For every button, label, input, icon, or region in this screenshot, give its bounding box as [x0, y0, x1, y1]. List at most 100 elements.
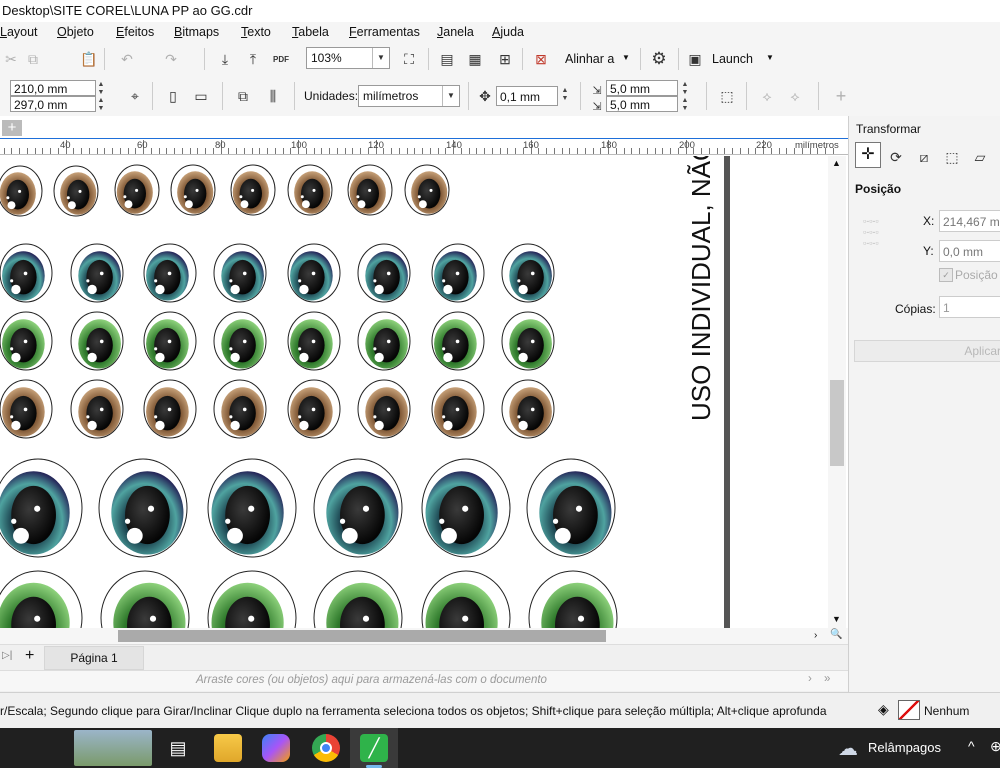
fill-icon[interactable]: ◈: [878, 701, 889, 718]
menu-janela[interactable]: Janela: [437, 25, 474, 39]
import-icon[interactable]: ⤓: [214, 48, 236, 70]
new-tab-button[interactable]: +: [2, 120, 22, 136]
y-position-field[interactable]: 0,0 mm: [939, 240, 1000, 262]
copy-icon[interactable]: ⧉: [22, 48, 44, 70]
eye-shape[interactable]: [287, 311, 341, 371]
align-label[interactable]: Alinhar a: [565, 52, 614, 66]
eye-shape[interactable]: [357, 243, 411, 303]
spin-icon[interactable]: ▲ ▼: [96, 97, 106, 113]
page-last-icon[interactable]: ▷|: [2, 650, 12, 661]
eye-shape[interactable]: [213, 379, 267, 439]
launch-label[interactable]: Launch: [712, 52, 753, 66]
gear-icon[interactable]: ⚙: [648, 48, 670, 70]
position-mode-icon[interactable]: ✛: [855, 142, 881, 168]
menu-tabela[interactable]: Tabela: [292, 25, 329, 39]
menu-layout[interactable]: Layout: [0, 25, 38, 39]
eye-shape[interactable]: [431, 243, 485, 303]
page-height-field[interactable]: 297,0 mm: [10, 96, 96, 112]
eye-shape[interactable]: [230, 164, 276, 216]
page-width-field[interactable]: 210,0 mm: [10, 80, 96, 96]
skew-mode-icon[interactable]: ▱: [969, 146, 991, 168]
add-icon[interactable]: +: [830, 85, 852, 107]
eye-shape[interactable]: [347, 164, 393, 216]
export-icon[interactable]: ⤒: [242, 48, 264, 70]
spin-icon[interactable]: ▲ ▼: [96, 81, 106, 97]
eye-shape[interactable]: [0, 165, 43, 217]
snap-off-icon[interactable]: ⊠: [530, 48, 552, 70]
eye-shape[interactable]: [528, 570, 618, 628]
eye-shape[interactable]: [70, 243, 124, 303]
eye-shape[interactable]: [501, 243, 555, 303]
snap-dynamic-icon[interactable]: ⟡: [784, 85, 806, 107]
eye-shape[interactable]: [213, 243, 267, 303]
spin-icon[interactable]: ▲ ▼: [560, 87, 570, 103]
document-palette[interactable]: Arraste cores (ou objetos) aqui para arm…: [0, 670, 848, 691]
eye-shape[interactable]: [431, 311, 485, 371]
grid-icon[interactable]: ▦: [464, 48, 486, 70]
eye-shape[interactable]: [98, 458, 188, 558]
eye-shape[interactable]: [501, 379, 555, 439]
page-tab[interactable]: Página 1: [44, 646, 144, 670]
publish-pdf-icon[interactable]: PDF: [270, 48, 292, 70]
landscape-icon[interactable]: ▭: [190, 85, 212, 107]
eye-shape[interactable]: [53, 165, 99, 217]
menu-texto[interactable]: Texto: [241, 25, 271, 39]
portrait-icon[interactable]: ▯: [162, 85, 184, 107]
chevron-down-icon[interactable]: ▼: [622, 53, 630, 62]
add-page-icon[interactable]: +: [25, 647, 34, 665]
spin-icon[interactable]: ▲ ▼: [680, 81, 690, 97]
weather-icon[interactable]: ☁: [838, 736, 858, 761]
weather-label[interactable]: Relâmpagos: [868, 740, 941, 755]
palette-expand-icon[interactable]: »: [824, 673, 830, 685]
eye-shape[interactable]: [287, 164, 333, 216]
size-mode-icon[interactable]: ⬚: [941, 146, 963, 168]
eye-shape[interactable]: [313, 570, 403, 628]
horizontal-scroll-thumb[interactable]: [118, 630, 606, 642]
copies-field[interactable]: 1: [939, 296, 1000, 318]
cut-icon[interactable]: ✂: [0, 48, 22, 70]
eye-shape[interactable]: [404, 164, 450, 216]
treat-as-filled-icon[interactable]: ⟡: [756, 85, 778, 107]
eye-shape[interactable]: [0, 311, 53, 371]
scroll-right-icon[interactable]: ›: [814, 630, 817, 641]
menu-efeitos[interactable]: Efeitos: [116, 25, 154, 39]
chrome-icon[interactable]: [312, 734, 340, 762]
paste-icon[interactable]: 📋: [78, 48, 100, 70]
eye-shape[interactable]: [143, 311, 197, 371]
page-frame-icon[interactable]: ⬚: [716, 85, 738, 107]
all-pages-icon[interactable]: ⧉: [232, 85, 254, 107]
menu-ajuda[interactable]: Ajuda: [492, 25, 524, 39]
eye-shape[interactable]: [207, 570, 297, 628]
eye-shape[interactable]: [0, 570, 83, 628]
desktop-thumbnail-icon[interactable]: [74, 730, 152, 766]
eye-shape[interactable]: [0, 243, 53, 303]
rulers-icon[interactable]: ▤: [436, 48, 458, 70]
eye-shape[interactable]: [287, 243, 341, 303]
menu-objeto[interactable]: Objeto: [57, 25, 94, 39]
no-fill-swatch[interactable]: [898, 700, 920, 720]
task-view-icon[interactable]: ▤: [164, 734, 192, 762]
network-icon[interactable]: ⊕: [990, 738, 1000, 755]
eye-shape[interactable]: [0, 458, 83, 558]
mirror-mode-icon[interactable]: ⧄: [913, 146, 935, 168]
eye-shape[interactable]: [421, 458, 511, 558]
duplicate-y-field[interactable]: 5,0 mm: [606, 96, 678, 112]
eye-shape[interactable]: [313, 458, 403, 558]
guidelines-icon[interactable]: ⊞: [494, 48, 516, 70]
eye-shape[interactable]: [170, 164, 216, 216]
eye-shape[interactable]: [287, 379, 341, 439]
tray-expand-icon[interactable]: ^: [968, 738, 975, 754]
eye-shape[interactable]: [114, 164, 160, 216]
undo-icon[interactable]: ↶: [116, 48, 138, 70]
eye-shape[interactable]: [0, 379, 53, 439]
coreldraw-icon[interactable]: ╱: [360, 734, 388, 762]
lock-ratio-icon[interactable]: ⌖: [124, 85, 146, 107]
eye-shape[interactable]: [143, 379, 197, 439]
eye-shape[interactable]: [70, 379, 124, 439]
zoom-icon[interactable]: 🔍: [830, 629, 842, 640]
apply-button[interactable]: Aplicar: [854, 340, 1000, 362]
units-combo[interactable]: milímetros ▼: [358, 85, 460, 107]
full-screen-icon[interactable]: ⛶: [398, 48, 420, 70]
scroll-up-icon[interactable]: ▲: [832, 158, 841, 168]
eye-shape[interactable]: [213, 311, 267, 371]
